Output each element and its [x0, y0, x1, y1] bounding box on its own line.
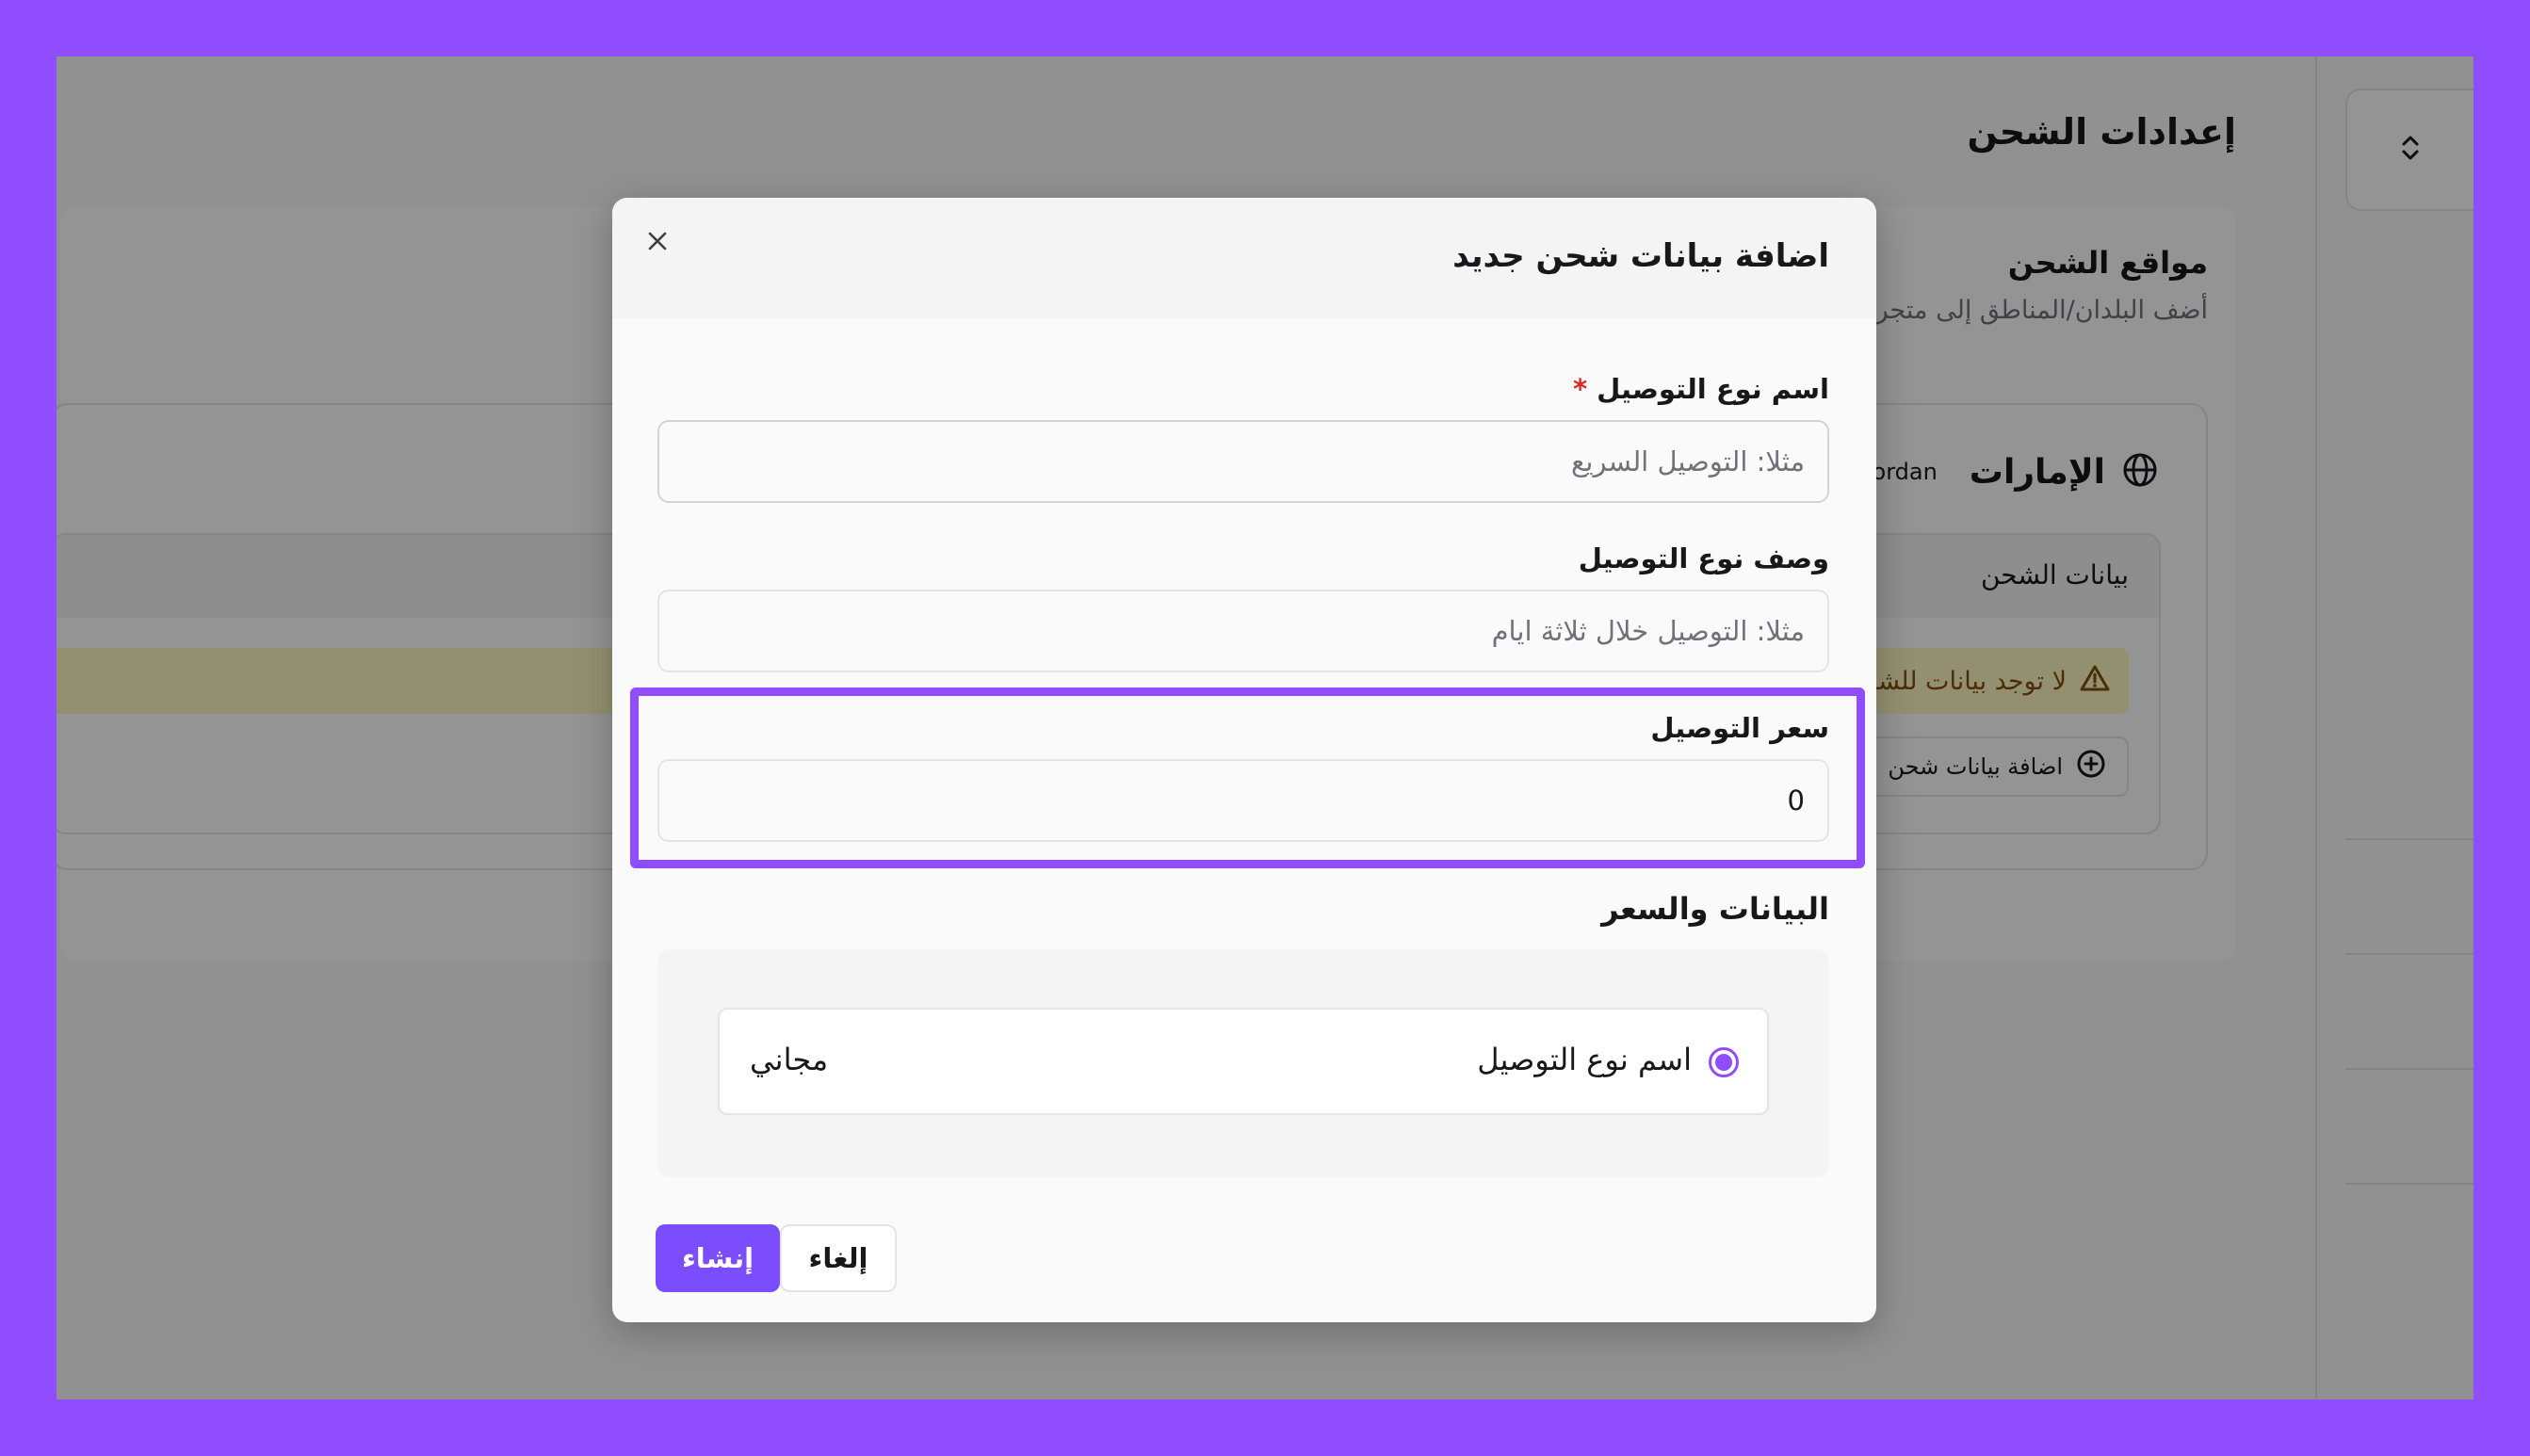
delivery-description-input[interactable]	[657, 590, 1829, 672]
close-button[interactable]	[639, 224, 676, 262]
name-field-label: اسم نوع التوصيل *	[1573, 373, 1829, 405]
delivery-name-input[interactable]	[657, 420, 1829, 503]
modal-title: اضافة بيانات شحن جديد	[1452, 237, 1829, 275]
description-field-label: وصف نوع التوصيل	[1578, 542, 1829, 574]
preview-rate-price: مجاني	[750, 1042, 829, 1077]
preview-rate-row: اسم نوع التوصيل مجاني	[718, 1008, 1769, 1115]
preview-radio[interactable]	[1709, 1047, 1739, 1077]
close-icon	[647, 231, 668, 255]
preview-rate-name: اسم نوع التوصيل	[1477, 1042, 1692, 1077]
modal-header: اضافة بيانات شحن جديد	[612, 198, 1876, 318]
add-shipping-rate-modal: اضافة بيانات شحن جديد اسم نوع التوصيل * و…	[612, 198, 1876, 1322]
delivery-price-input[interactable]	[657, 759, 1829, 842]
price-field-label: سعر التوصيل	[1650, 712, 1829, 744]
name-field-label-text: اسم نوع التوصيل	[1597, 373, 1829, 405]
required-mark: *	[1572, 373, 1588, 405]
preview-section-title: البيانات والسعر	[1601, 891, 1829, 927]
create-button[interactable]: إنشاء	[656, 1224, 780, 1292]
cancel-button[interactable]: إلغاء	[780, 1224, 897, 1292]
radio-dot	[1715, 1054, 1732, 1071]
